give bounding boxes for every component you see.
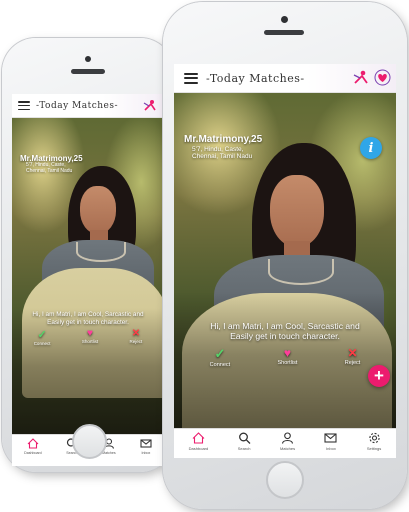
connect-button[interactable]: ✓ Connect (210, 346, 231, 368)
nav-settings[interactable]: Settings (367, 432, 381, 451)
mail-icon (324, 433, 338, 443)
nav-search-label: Search (237, 446, 251, 451)
reject-button[interactable]: ✕ Reject (130, 328, 143, 346)
shortlist-button[interactable]: ♥ Shortlist (82, 328, 98, 346)
bio-text: Hi, I am Matri, I am Cool, Sarcastic and… (12, 311, 164, 326)
nav-inbox[interactable]: Inbox (324, 432, 338, 451)
connect-label: Connect (209, 362, 231, 368)
page-title: -Today Matches- (206, 71, 305, 85)
bio-line-2: Easily get in touch character. (230, 331, 340, 342)
camera (281, 16, 288, 23)
nav-search[interactable]: Search (238, 432, 251, 451)
speaker (71, 69, 105, 74)
nav-dashboard-label: Dashboard (188, 446, 209, 451)
profile-location: Chennai, Tamil Nadu (192, 152, 253, 160)
back-phone: -Today Matches- Mr.Matrimony,25 5'7, Hin… (2, 38, 174, 472)
action-row: ✓ Connect ♥ Shortlist ✕ Reject (174, 346, 396, 368)
front-screen: -Today Matches- Mr.Matrimony,25 5'7, Hin… (174, 64, 396, 458)
heart-icon: ♥ (283, 346, 292, 360)
x-icon: ✕ (347, 346, 358, 360)
check-icon: ✓ (214, 346, 226, 361)
home-icon (192, 432, 205, 444)
profile-name: Mr.Matrimony,25 (184, 134, 263, 145)
reject-label: Reject (129, 339, 143, 344)
hamburger-menu-icon[interactable] (184, 72, 198, 84)
nav-settings-label: Settings (366, 446, 382, 451)
nav-dashboard-label: Dashboard (24, 451, 42, 455)
nav-dashboard[interactable]: Dashboard (188, 432, 209, 451)
hamburger-menu-icon[interactable] (18, 101, 30, 110)
shortlist-label: Shortlist (81, 339, 99, 344)
home-icon (27, 438, 39, 449)
bio-line-1: Hi, I am Matri, I am Cool, Sarcastic and (210, 321, 360, 331)
front-phone: -Today Matches- Mr.Matrimony,25 5'7, Hin… (163, 2, 407, 509)
nav-inbox-label: Inbox (141, 451, 151, 455)
info-button[interactable]: i (360, 137, 382, 159)
action-row: ✓ Connect ♥ Shortlist ✕ Reject (12, 328, 164, 346)
nav-inbox[interactable]: Inbox (140, 438, 152, 455)
heart-badge-icon (374, 69, 391, 86)
mail-icon (140, 439, 152, 448)
shortlist-button[interactable]: ♥ Shortlist (278, 346, 298, 368)
top-bar: -Today Matches- (174, 64, 396, 93)
profile-info: Mr.Matrimony,25 5'7, Hindu, Caste, Chenn… (20, 154, 83, 175)
home-button[interactable] (266, 461, 304, 499)
profile-location: Chennai, Tamil Nadu (26, 167, 73, 174)
add-button[interactable]: + (368, 365, 390, 387)
shortlist-label: Shortlist (277, 360, 298, 366)
nav-dashboard[interactable]: Dashboard (24, 438, 42, 455)
nav-matches-label: Matches (279, 446, 296, 451)
bio-text: Hi, I am Matri, I am Cool, Sarcastic and… (174, 321, 396, 342)
x-icon: ✕ (131, 328, 141, 339)
search-icon (238, 432, 251, 444)
profile-photo[interactable]: Mr.Matrimony,25 5'7, Hindu, Caste, Chenn… (174, 93, 396, 432)
nav-matches[interactable]: Matches (280, 432, 295, 451)
profile-details: 5'7, Hindu, Caste, (192, 145, 244, 153)
heart-icon: ♥ (87, 328, 93, 339)
speaker (264, 30, 304, 35)
check-icon: ✓ (37, 329, 47, 341)
matches-icon (281, 432, 294, 444)
profile-info: Mr.Matrimony,25 5'7, Hindu, Caste, Chenn… (184, 134, 262, 160)
nav-inbox-label: Inbox (326, 446, 336, 451)
reject-label: Reject (344, 360, 361, 366)
gear-icon (368, 432, 380, 444)
bio-line-2: Easily get in touch character. (47, 318, 129, 326)
connect-button[interactable]: ✓ Connect (34, 328, 51, 346)
page-title: -Today Matches- (36, 100, 119, 111)
bottom-nav: Dashboard Search Matches Inbox Settings (174, 428, 396, 458)
camera (85, 56, 91, 62)
reject-button[interactable]: ✕ Reject (345, 346, 361, 368)
nav-matches-label: Matches (102, 451, 116, 455)
logo-icon (353, 70, 368, 84)
connect-label: Connect (33, 341, 51, 346)
logo-icon (143, 100, 156, 111)
home-button[interactable] (72, 424, 107, 459)
back-screen: -Today Matches- Mr.Matrimony,25 5'7, Hin… (12, 94, 164, 466)
top-bar: -Today Matches- (12, 94, 164, 118)
bio-line-1: Hi, I am Matri, I am Cool, Sarcastic and (32, 311, 144, 318)
profile-photo[interactable]: Mr.Matrimony,25 5'7, Hindu, Caste, Chenn… (12, 118, 164, 438)
